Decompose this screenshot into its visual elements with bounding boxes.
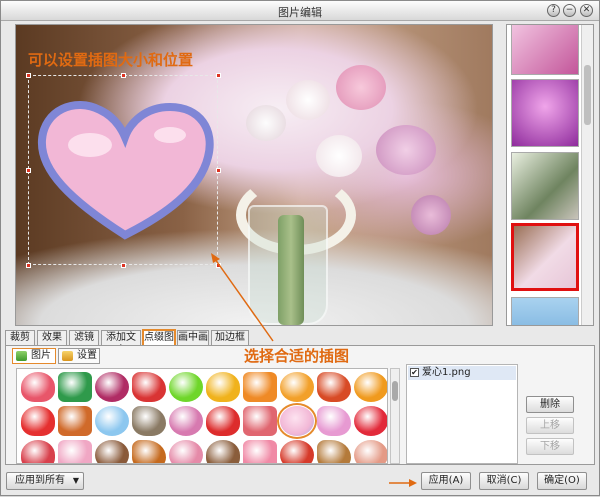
- tab-filters[interactable]: 滤镜: [69, 330, 99, 345]
- canvas-hint-text: 可以设置插图大小和位置: [28, 51, 194, 69]
- flower-icon[interactable]: [169, 440, 203, 463]
- help-button[interactable]: ?: [547, 4, 560, 17]
- thumbnail-strip: [506, 24, 594, 326]
- tab-picture-in-picture[interactable]: 画中画: [177, 330, 209, 345]
- layer-checkbox[interactable]: ✔: [410, 368, 419, 377]
- ok-button[interactable]: 确定(O): [537, 472, 587, 490]
- minimize-button[interactable]: −: [563, 4, 576, 17]
- bird-icon[interactable]: [58, 372, 92, 402]
- subtab-settings-label: 设置: [77, 350, 97, 361]
- flower-stems: [278, 215, 304, 325]
- thumbnail-scrollbar[interactable]: [581, 25, 593, 325]
- resize-handle-t[interactable]: [121, 73, 126, 78]
- orchid-cluster: [376, 125, 436, 175]
- picture-icon: [16, 351, 27, 361]
- ladybug-balloon-icon[interactable]: [21, 406, 55, 436]
- tab-effects[interactable]: 效果: [37, 330, 67, 345]
- cake-icon[interactable]: [354, 440, 387, 463]
- heart-outline-icon[interactable]: [277, 403, 317, 439]
- tab-add-border[interactable]: 加边框: [211, 330, 249, 345]
- dog-icon[interactable]: [317, 440, 351, 463]
- orange-icon[interactable]: [280, 372, 314, 402]
- annotation-text: 选择合适的插图: [244, 347, 350, 365]
- red-bird-icon[interactable]: [132, 372, 166, 402]
- resize-handle-tl[interactable]: [26, 73, 31, 78]
- sticker-grid: [16, 368, 388, 464]
- subtab-pictures-label: 图片: [31, 350, 51, 361]
- chevron-down-icon: ▼: [72, 476, 79, 485]
- orchid-low: [411, 195, 451, 235]
- thumbnail[interactable]: [511, 152, 579, 220]
- arrow-head: [409, 479, 417, 487]
- subtab-settings[interactable]: 设置: [58, 348, 100, 364]
- rose-white: [286, 80, 330, 120]
- lion-icon[interactable]: [132, 440, 166, 463]
- heart-banner-icon[interactable]: [21, 372, 55, 402]
- rose-white-3: [316, 135, 362, 177]
- delete-button[interactable]: 删除: [526, 396, 574, 413]
- move-down-button[interactable]: 下移: [526, 438, 574, 455]
- window-title: 图片编辑: [278, 6, 322, 19]
- puppy-icon[interactable]: [95, 440, 129, 463]
- scroll-thumb[interactable]: [584, 65, 591, 125]
- scroll-thumb[interactable]: [392, 381, 398, 401]
- heart-lollipop-icon[interactable]: [354, 406, 387, 436]
- resize-handle-r[interactable]: [216, 168, 221, 173]
- resize-handle-br[interactable]: [216, 263, 221, 268]
- close-button[interactable]: ✕: [580, 4, 593, 17]
- subtab-pictures[interactable]: 图片: [12, 348, 56, 364]
- flowerpot-icon[interactable]: [58, 406, 92, 436]
- duck-icon[interactable]: [206, 372, 240, 402]
- resize-handle-bl[interactable]: [26, 263, 31, 268]
- resize-handle-b[interactable]: [121, 263, 126, 268]
- layer-item[interactable]: ✔ 爱心1.png: [408, 366, 516, 380]
- title-bar: 图片编辑 ? − □ ✕: [1, 1, 599, 21]
- rose-white-2: [246, 105, 286, 141]
- thumbnail[interactable]: [511, 25, 579, 75]
- edit-canvas[interactable]: 可以设置插图大小和位置: [15, 24, 493, 326]
- apply-button[interactable]: 应用(A): [421, 472, 471, 490]
- fox-icon[interactable]: [243, 372, 277, 402]
- heart-face-icon[interactable]: [243, 406, 277, 436]
- cat-icon[interactable]: [132, 406, 166, 436]
- tab-crop[interactable]: 裁剪: [5, 330, 35, 345]
- seahorse-icon[interactable]: [169, 406, 203, 436]
- beetle-icon[interactable]: [280, 440, 314, 463]
- small-hearts-icon[interactable]: [317, 406, 351, 436]
- apply-to-all-label: 应用到所有: [15, 475, 65, 486]
- dinosaur-icon[interactable]: [317, 372, 351, 402]
- apply-to-all-dropdown[interactable]: 应用到所有 ▼: [6, 472, 84, 490]
- heart-ring-icon[interactable]: [58, 440, 92, 463]
- cancel-button[interactable]: 取消(C): [479, 472, 529, 490]
- layer-name: 爱心1.png: [422, 367, 471, 378]
- decoration-panel: 图片 设置 选择合适的插图 ✔ 爱心1.png 删除 上移 下移: [5, 345, 595, 465]
- resize-handle-tr[interactable]: [216, 73, 221, 78]
- move-up-button[interactable]: 上移: [526, 417, 574, 434]
- tab-add-text[interactable]: 添加文字: [101, 330, 141, 356]
- selection-box[interactable]: [28, 75, 218, 265]
- cloud-icon[interactable]: [95, 406, 129, 436]
- origami-bird-icon[interactable]: [95, 372, 129, 402]
- splash-icon[interactable]: [206, 406, 240, 436]
- resize-handle-l[interactable]: [26, 168, 31, 173]
- photo-editor-window: 图片编辑 ? − □ ✕ 可以设置插图大小和位置: [0, 0, 600, 496]
- heart-pair-icon[interactable]: [21, 440, 55, 463]
- thumbnail[interactable]: [511, 79, 579, 147]
- starburst-icon[interactable]: [169, 372, 203, 402]
- layer-list: ✔ 爱心1.png: [406, 364, 518, 464]
- bear-icon[interactable]: [206, 440, 240, 463]
- tab-decorations[interactable]: 点缀图: [142, 329, 176, 346]
- bird-pink-icon[interactable]: [243, 440, 277, 463]
- rose-pink: [336, 65, 386, 110]
- thumbnail[interactable]: [511, 297, 579, 325]
- settings-icon: [62, 351, 73, 361]
- sticker-scrollbar[interactable]: [390, 368, 400, 464]
- banner-icon[interactable]: [354, 372, 387, 402]
- thumbnail-selected[interactable]: [511, 223, 579, 291]
